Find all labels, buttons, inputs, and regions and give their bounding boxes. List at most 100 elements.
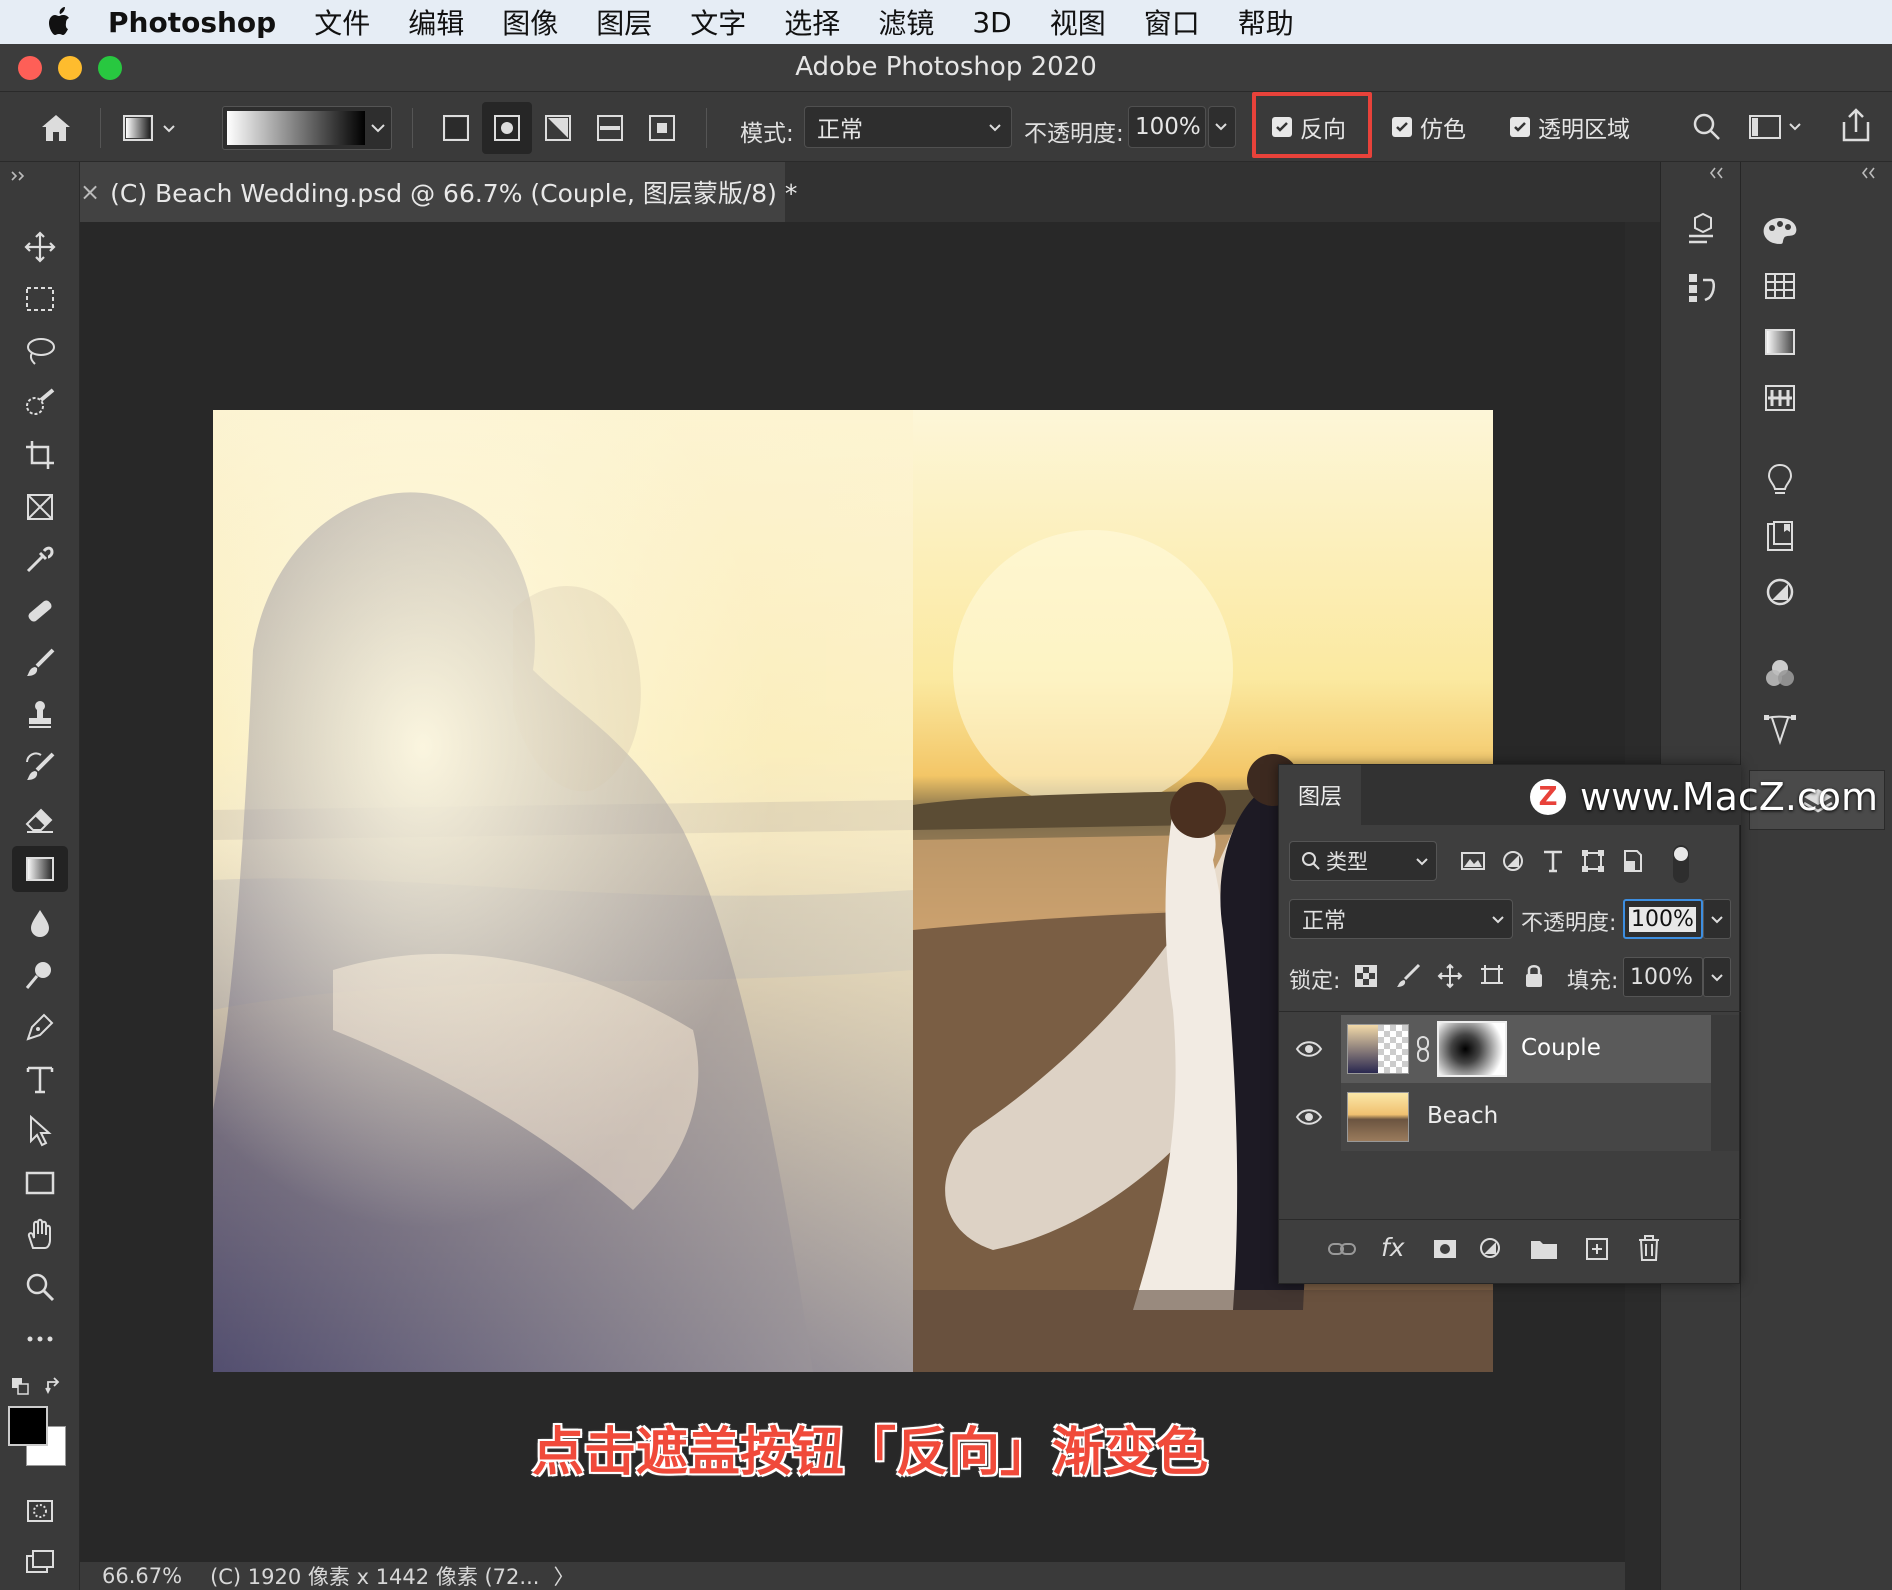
healing-brush-tool-icon[interactable] <box>12 588 68 634</box>
filter-pixel-icon[interactable] <box>1459 847 1487 879</box>
zoom-level[interactable]: 66.67% <box>102 1564 182 1588</box>
default-colors-icon[interactable] <box>10 1376 30 1396</box>
menu-image[interactable]: 图像 <box>502 2 558 42</box>
blend-mode-dropdown[interactable]: 正常 <box>1289 899 1513 939</box>
share-icon[interactable] <box>1836 106 1876 146</box>
libraries-panel-icon[interactable] <box>1755 514 1805 558</box>
menu-file[interactable]: 文件 <box>314 2 370 42</box>
layer-filter-dropdown[interactable]: 类型 <box>1289 841 1437 881</box>
couple-layer-thumbnail[interactable] <box>1347 1024 1409 1074</box>
reflected-gradient-icon[interactable] <box>592 110 628 146</box>
layer-name[interactable]: Couple <box>1521 1035 1601 1061</box>
layer-row-couple[interactable]: Couple <box>1279 1015 1711 1083</box>
history-brush-tool-icon[interactable] <box>12 744 68 790</box>
crop-tool-icon[interactable] <box>12 432 68 478</box>
link-icon[interactable] <box>1415 1035 1431 1069</box>
add-mask-icon[interactable] <box>1431 1235 1459 1267</box>
frame-tool-icon[interactable] <box>12 484 68 530</box>
close-tab-icon[interactable]: × <box>80 178 100 206</box>
menu-edit[interactable]: 编辑 <box>408 2 464 42</box>
more-tools-icon[interactable] <box>12 1316 68 1362</box>
screen-mode-icon[interactable] <box>12 1540 68 1586</box>
dodge-tool-icon[interactable] <box>12 952 68 998</box>
group-folder-icon[interactable] <box>1529 1235 1559 1267</box>
swap-colors-icon[interactable] <box>44 1376 66 1396</box>
link-layers-icon[interactable] <box>1327 1235 1357 1267</box>
lock-all-icon[interactable] <box>1521 963 1547 993</box>
app-menu[interactable]: Photoshop <box>108 6 276 39</box>
beach-layer-thumbnail[interactable] <box>1347 1092 1409 1142</box>
paths-panel-icon[interactable] <box>1755 708 1805 752</box>
menu-view[interactable]: 视图 <box>1050 2 1106 42</box>
visibility-eye-icon[interactable] <box>1279 1107 1339 1127</box>
lock-transparent-icon[interactable] <box>1353 963 1379 993</box>
blur-tool-icon[interactable] <box>12 900 68 946</box>
gradient-picker[interactable] <box>222 106 392 150</box>
lock-position-icon[interactable] <box>1437 963 1463 993</box>
layer-opacity-field[interactable]: 100% <box>1623 899 1703 939</box>
menu-filter[interactable]: 滤镜 <box>878 2 934 42</box>
lasso-tool-icon[interactable] <box>12 328 68 374</box>
status-menu-icon[interactable]: 〉 <box>553 1561 574 1590</box>
dither-checkbox[interactable]: 仿色 <box>1392 112 1466 143</box>
type-tool-icon[interactable] <box>12 1056 68 1102</box>
patterns-panel-icon[interactable] <box>1755 376 1805 420</box>
swatches-panel-icon[interactable] <box>1755 264 1805 308</box>
tool-preset-picker[interactable] <box>122 112 178 144</box>
path-selection-tool-icon[interactable] <box>12 1108 68 1154</box>
brush-tool-icon[interactable] <box>12 640 68 686</box>
filter-toggle[interactable] <box>1673 845 1689 883</box>
search-icon[interactable] <box>1690 110 1724 144</box>
marquee-tool-icon[interactable] <box>12 276 68 322</box>
document-tab[interactable]: × (C) Beach Wedding.psd @ 66.7% (Couple,… <box>80 162 797 222</box>
visibility-eye-icon[interactable] <box>1279 1039 1339 1059</box>
menu-select[interactable]: 选择 <box>784 2 840 42</box>
filter-adjustment-icon[interactable] <box>1499 847 1527 879</box>
delete-layer-icon[interactable] <box>1635 1233 1663 1267</box>
gradient-tool-icon[interactable] <box>12 846 68 892</box>
tab-layers[interactable]: 图层 <box>1279 765 1361 825</box>
quick-mask-icon[interactable] <box>12 1488 68 1534</box>
menu-type[interactable]: 文字 <box>690 2 746 42</box>
filter-shape-icon[interactable] <box>1579 847 1607 879</box>
menu-window[interactable]: 窗口 <box>1144 2 1200 42</box>
foreground-color-swatch[interactable] <box>8 1406 48 1446</box>
layers-scrollbar[interactable] <box>1711 1015 1739 1151</box>
lock-pixels-icon[interactable] <box>1395 963 1421 993</box>
mode-dropdown[interactable]: 正常 <box>804 106 1012 148</box>
eraser-tool-icon[interactable] <box>12 796 68 842</box>
move-tool-icon[interactable] <box>12 224 68 270</box>
filter-smart-object-icon[interactable] <box>1619 847 1647 879</box>
opacity-field[interactable]: 100% <box>1128 106 1206 148</box>
menu-help[interactable]: 帮助 <box>1238 2 1294 42</box>
home-icon[interactable] <box>36 110 76 146</box>
new-layer-icon[interactable] <box>1583 1235 1611 1267</box>
filter-type-icon[interactable] <box>1539 847 1567 879</box>
layer-row-beach[interactable]: Beach <box>1279 1083 1711 1151</box>
fill-field[interactable]: 100% <box>1623 957 1703 997</box>
color-panel-icon[interactable] <box>1755 208 1805 252</box>
layer-opacity-dropdown[interactable] <box>1703 899 1731 939</box>
channels-panel-icon[interactable] <box>1755 652 1805 696</box>
3d-panel-icon[interactable] <box>1676 208 1726 252</box>
apple-icon[interactable] <box>40 6 80 38</box>
linear-gradient-icon[interactable] <box>438 110 474 146</box>
fx-icon[interactable]: fx <box>1381 1233 1405 1262</box>
menu-3d[interactable]: 3D <box>972 6 1011 39</box>
hand-tool-icon[interactable] <box>12 1212 68 1258</box>
zoom-tool-icon[interactable] <box>12 1264 68 1310</box>
menu-layer[interactable]: 图层 <box>596 2 652 42</box>
learn-panel-icon[interactable] <box>1755 458 1805 502</box>
eyedropper-tool-icon[interactable] <box>12 536 68 582</box>
lock-artboard-icon[interactable] <box>1479 963 1505 993</box>
adjustments-panel-icon[interactable] <box>1755 570 1805 614</box>
radial-gradient-icon[interactable] <box>482 102 532 154</box>
opacity-dropdown[interactable] <box>1208 106 1236 148</box>
layer-mask-thumbnail[interactable] <box>1437 1021 1507 1077</box>
layer-name[interactable]: Beach <box>1427 1103 1498 1129</box>
diamond-gradient-icon[interactable] <box>644 110 680 146</box>
rectangle-tool-icon[interactable] <box>12 1160 68 1206</box>
clone-stamp-tool-icon[interactable] <box>12 692 68 738</box>
transparency-checkbox[interactable]: 透明区域 <box>1510 112 1630 143</box>
gradients-panel-icon[interactable] <box>1755 320 1805 364</box>
